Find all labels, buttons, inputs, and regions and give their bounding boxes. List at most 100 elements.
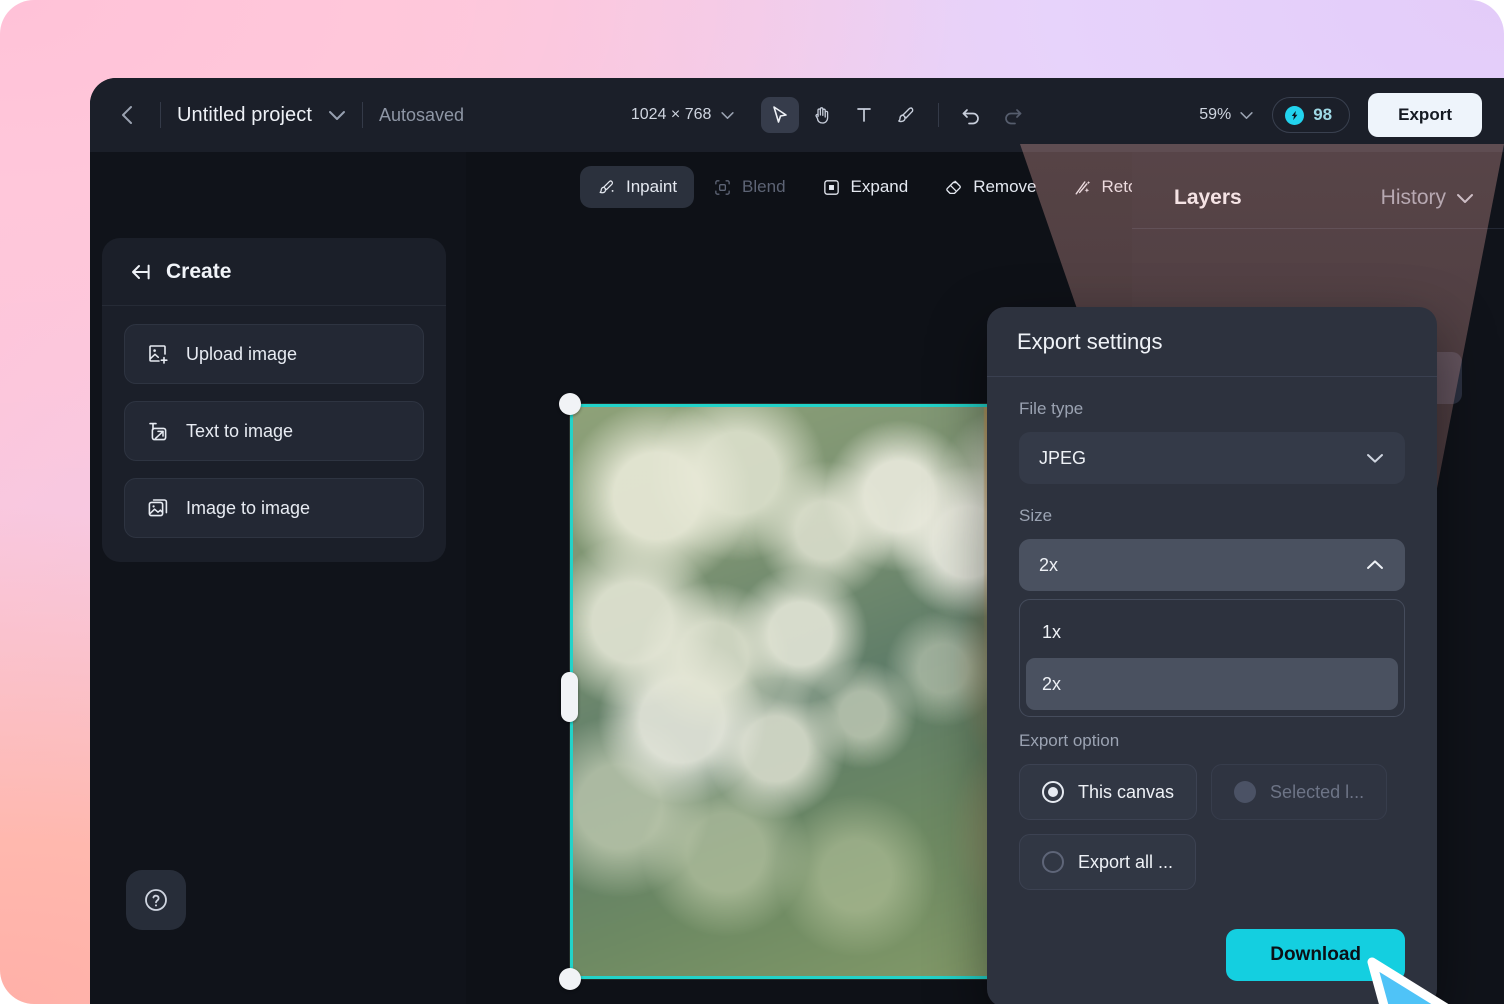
credit-coin-icon: [1285, 106, 1304, 125]
image-to-image-button[interactable]: Image to image: [124, 478, 424, 538]
create-panel-title: Create: [166, 260, 231, 284]
size-label: Size: [1019, 506, 1405, 526]
chevron-down-icon: [1365, 452, 1385, 464]
undo-arrow-icon: [960, 105, 982, 125]
collapse-left-icon[interactable]: [126, 263, 152, 281]
tab-expand-label: Expand: [851, 177, 909, 197]
project-title[interactable]: Untitled project: [177, 104, 312, 127]
credits-badge[interactable]: 98: [1272, 97, 1350, 133]
redo-arrow-icon: [1002, 105, 1024, 125]
create-panel: Create Upload image: [102, 238, 446, 562]
text-to-image-label: Text to image: [186, 421, 293, 442]
handle-left-middle[interactable]: [561, 672, 578, 722]
export-dialog-footer: Download: [987, 929, 1437, 981]
export-dialog-body: File type JPEG Size 2x 1x 2x Export opti…: [987, 377, 1437, 890]
export-dialog-header: Export settings: [987, 307, 1437, 377]
download-button[interactable]: Download: [1226, 929, 1405, 981]
export-settings-dialog: Export settings File type JPEG Size 2x 1…: [987, 307, 1437, 1004]
export-option-label: Export option: [1019, 731, 1405, 751]
tab-blend[interactable]: Blend: [696, 166, 802, 208]
export-option-group: This canvas Selected l... Export all ...: [1019, 764, 1405, 890]
tab-blend-label: Blend: [742, 177, 785, 197]
tab-remove-label: Remove: [973, 177, 1036, 197]
zoom-selector[interactable]: 59%: [1199, 106, 1254, 124]
canvas-size-value: 1024 × 768: [631, 106, 712, 124]
text-t-icon: [854, 105, 874, 125]
select-tool[interactable]: [761, 97, 799, 133]
export-dialog-title: Export settings: [1017, 329, 1163, 355]
topbar-right-group: 59% 98 Export: [1199, 93, 1482, 137]
radio-this-canvas[interactable]: This canvas: [1019, 764, 1197, 820]
text-to-image-icon: [146, 419, 170, 443]
project-menu-button[interactable]: [328, 110, 346, 121]
question-circle-icon: [142, 886, 170, 914]
radio-disabled-icon: [1234, 781, 1256, 803]
top-bar: Untitled project Autosaved 1024 × 768: [90, 78, 1504, 152]
radio-selected-icon: [1042, 781, 1064, 803]
upload-image-button[interactable]: Upload image: [124, 324, 424, 384]
chevron-down-icon: [720, 111, 735, 120]
eraser-icon: [944, 178, 963, 197]
canvas-size-selector[interactable]: 1024 × 768: [631, 106, 736, 124]
divider: [362, 102, 363, 128]
tab-layers[interactable]: Layers: [1174, 186, 1242, 210]
create-panel-header: Create: [102, 238, 446, 306]
redo-button[interactable]: [994, 97, 1032, 133]
radio-empty-icon: [1042, 851, 1064, 873]
hand-icon: [812, 105, 832, 125]
tab-history-group[interactable]: History: [1381, 186, 1474, 210]
size-value: 2x: [1039, 555, 1058, 576]
upload-image-label: Upload image: [186, 344, 297, 365]
inpaint-brush-icon: [597, 178, 616, 197]
divider: [938, 103, 939, 127]
right-panel-tabs: Layers History: [1132, 152, 1504, 229]
autosave-status: Autosaved: [379, 105, 464, 126]
expand-frame-icon: [822, 178, 841, 197]
help-button[interactable]: [126, 870, 186, 930]
radio-export-all-label: Export all ...: [1078, 852, 1173, 873]
tab-inpaint-label: Inpaint: [626, 177, 677, 197]
tab-expand[interactable]: Expand: [805, 166, 926, 208]
file-type-value: JPEG: [1039, 448, 1086, 469]
chevron-up-icon: [1365, 559, 1385, 571]
radio-this-canvas-label: This canvas: [1078, 782, 1174, 803]
chevron-down-icon: [1239, 111, 1254, 120]
left-sidebar: Create Upload image: [90, 152, 466, 1004]
handle-bottom-left[interactable]: [559, 968, 581, 990]
tab-remove[interactable]: Remove: [927, 166, 1053, 208]
radio-selected-layers[interactable]: Selected l...: [1211, 764, 1387, 820]
brush-icon: [896, 105, 916, 125]
zoom-value: 59%: [1199, 106, 1231, 124]
tab-history[interactable]: History: [1381, 186, 1446, 210]
undo-button[interactable]: [952, 97, 990, 133]
app-window: Untitled project Autosaved 1024 × 768: [90, 78, 1504, 1004]
text-to-image-button[interactable]: Text to image: [124, 401, 424, 461]
handle-top-left[interactable]: [559, 393, 581, 415]
create-panel-body: Upload image Text to image: [102, 306, 446, 562]
tab-inpaint[interactable]: Inpaint: [580, 166, 694, 208]
file-type-select[interactable]: JPEG: [1019, 432, 1405, 484]
credit-spark-glyph: [1289, 110, 1300, 121]
back-button[interactable]: [110, 98, 144, 132]
blend-frame-icon: [713, 178, 732, 197]
brush-tool[interactable]: [887, 97, 925, 133]
chevron-down-icon: [328, 110, 346, 121]
radio-selected-layers-label: Selected l...: [1270, 782, 1364, 803]
file-type-label: File type: [1019, 399, 1405, 419]
size-select[interactable]: 2x: [1019, 539, 1405, 591]
chevron-down-icon: [1456, 193, 1474, 204]
hand-tool[interactable]: [803, 97, 841, 133]
divider: [160, 102, 161, 128]
text-tool[interactable]: [845, 97, 883, 133]
image-stack-icon: [146, 496, 170, 520]
credits-count: 98: [1313, 105, 1332, 125]
radio-export-all[interactable]: Export all ...: [1019, 834, 1196, 890]
magic-wand-icon: [1073, 178, 1092, 197]
image-plus-icon: [146, 342, 170, 366]
chevron-left-icon: [121, 105, 133, 125]
size-option-1x[interactable]: 1x: [1026, 606, 1398, 658]
export-button[interactable]: Export: [1368, 93, 1482, 137]
size-option-2x[interactable]: 2x: [1026, 658, 1398, 710]
tool-group: [761, 97, 1032, 133]
image-to-image-label: Image to image: [186, 498, 310, 519]
